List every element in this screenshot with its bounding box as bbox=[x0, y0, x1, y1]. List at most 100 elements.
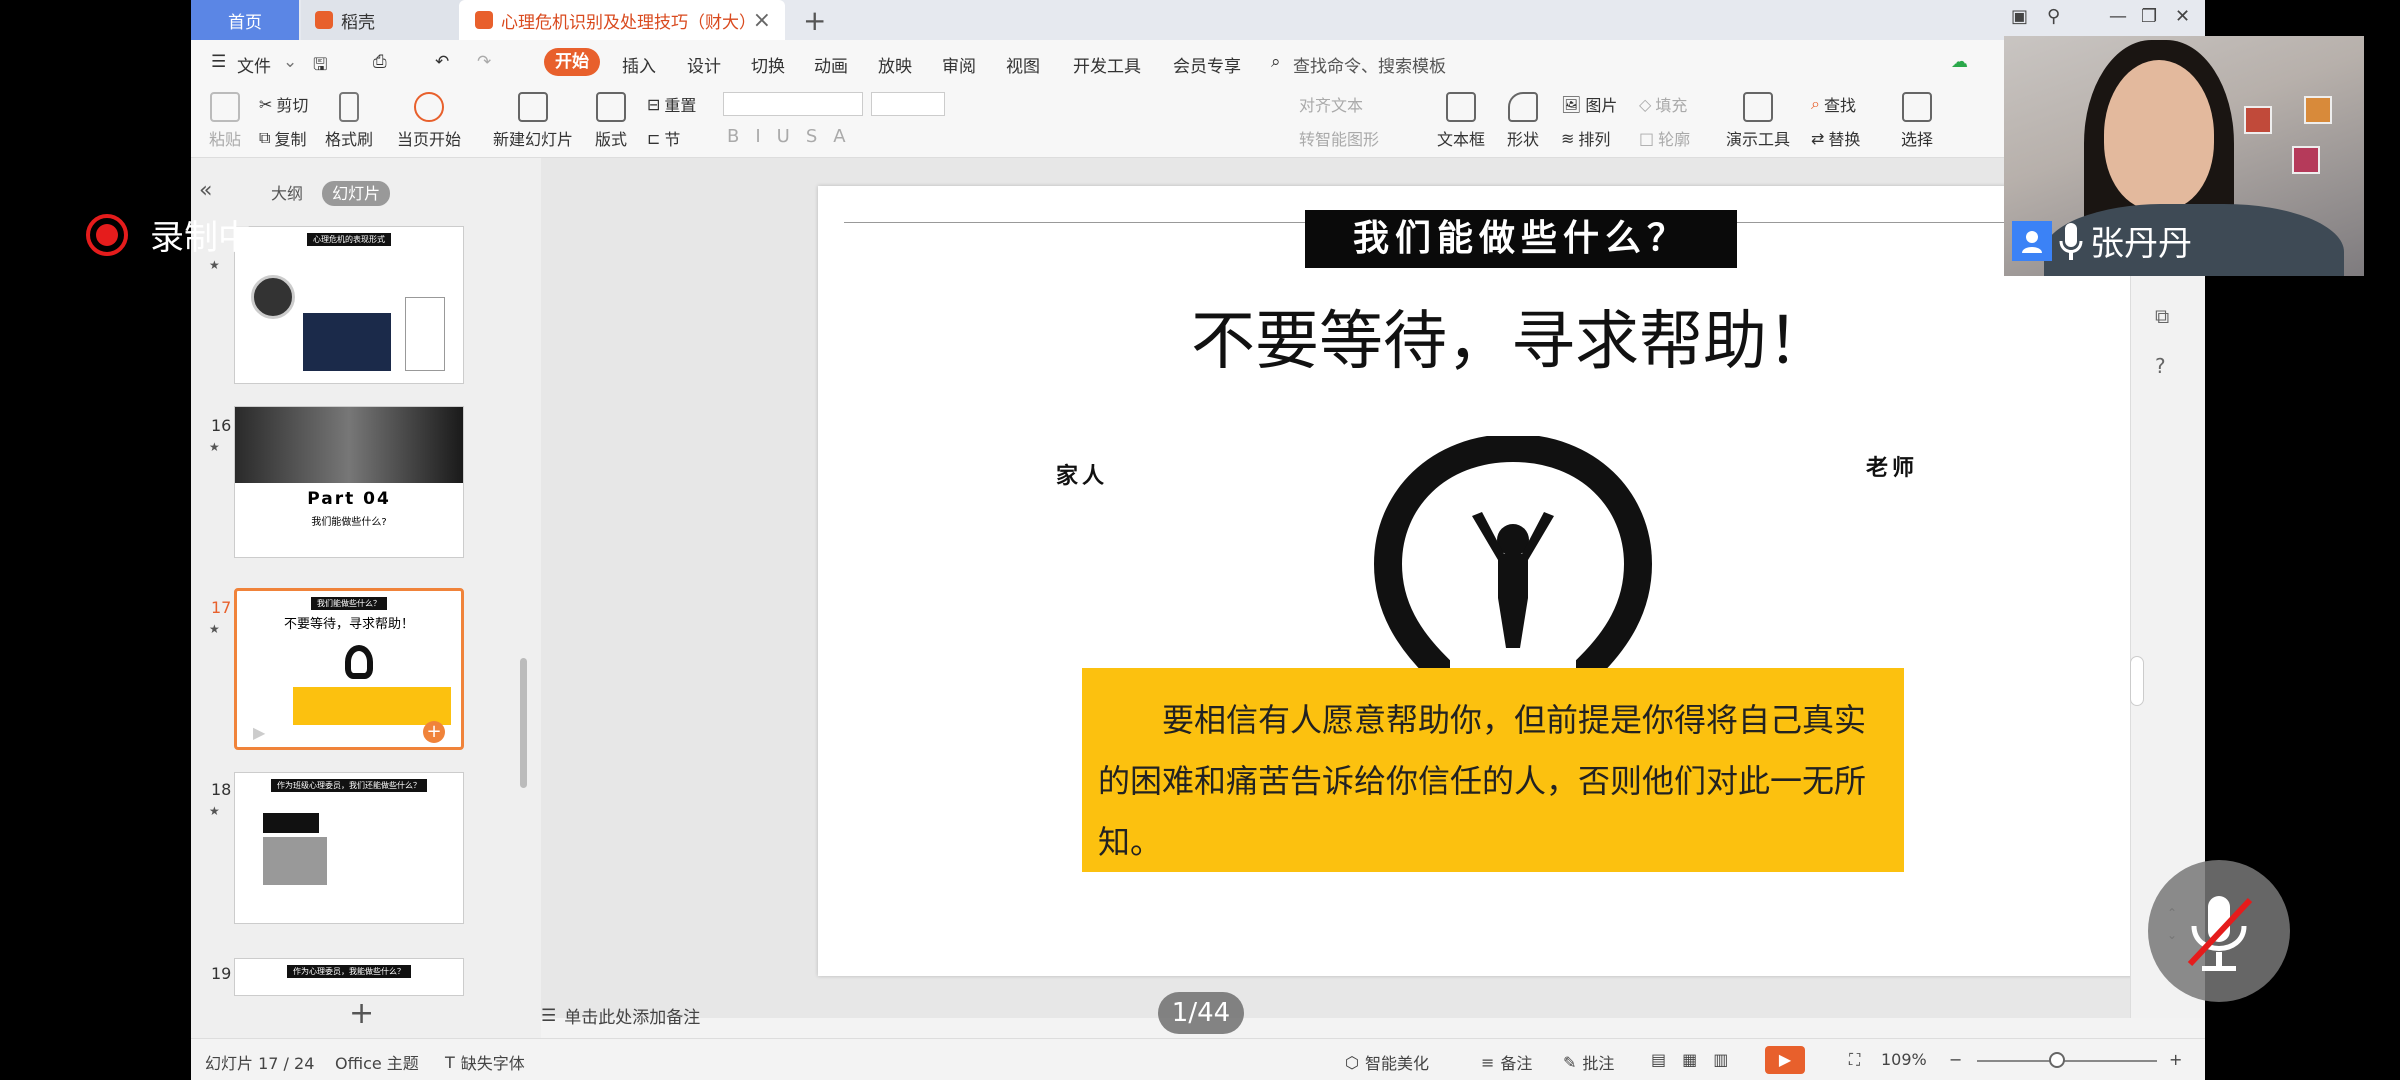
align-text-button[interactable]: 对齐文本 bbox=[1299, 92, 1363, 116]
slide-thumbnail[interactable]: Part 04 我们能做些什么? bbox=[234, 406, 464, 558]
slide-thumbnail[interactable]: 作为班级心理委员，我们还能做些什么？ bbox=[234, 772, 464, 924]
zoom-level[interactable]: 109% bbox=[1881, 1050, 1927, 1069]
font-size-select[interactable] bbox=[871, 92, 945, 116]
slideshow-button[interactable]: ▶ bbox=[1765, 1046, 1805, 1074]
menu-review[interactable]: 审阅 bbox=[942, 52, 976, 77]
play-thumb-icon[interactable]: ▶ bbox=[253, 723, 265, 742]
reset-button[interactable]: ⊟ 重置 bbox=[647, 92, 696, 116]
arrange-button[interactable]: ≋ 排列 bbox=[1561, 126, 1610, 150]
menu-animation[interactable]: 动画 bbox=[814, 52, 848, 77]
copy-button[interactable]: ⧉ 复制 bbox=[259, 126, 306, 150]
select-button[interactable]: 选择 bbox=[1901, 92, 1933, 150]
save-icon[interactable]: 🖫 bbox=[313, 52, 327, 81]
reading-view-icon[interactable]: ▥ bbox=[1713, 1050, 1728, 1069]
menu-insert[interactable]: 插入 bbox=[622, 52, 656, 77]
add-slide-button[interactable]: + bbox=[349, 996, 374, 1031]
panel-scrollbar[interactable] bbox=[520, 658, 527, 788]
slide-thumbnail-selected[interactable]: 我们能做些什么？ 不要等待，寻求帮助！ + ▶ bbox=[234, 588, 464, 750]
notes-toggle[interactable]: ≡ 备注 bbox=[1481, 1050, 1532, 1074]
thumb-image bbox=[235, 407, 463, 483]
zoom-in-icon[interactable]: + bbox=[2169, 1050, 2182, 1069]
pin-icon[interactable]: ⚲ bbox=[2047, 6, 2060, 27]
replace-button[interactable]: ⇄ 替换 bbox=[1811, 126, 1860, 150]
menu-slideshow[interactable]: 放映 bbox=[878, 52, 912, 77]
tab-slides[interactable]: 幻灯片 bbox=[322, 181, 391, 206]
comments-toggle[interactable]: ✎ 批注 bbox=[1563, 1050, 1614, 1074]
smart-shape-button[interactable]: 转智能图形 bbox=[1299, 126, 1379, 150]
zoom-slider[interactable] bbox=[1977, 1060, 2157, 1062]
find-button[interactable]: ⌕ 查找 bbox=[1811, 92, 1856, 116]
italic-icon[interactable]: I bbox=[755, 126, 760, 147]
cut-button[interactable]: ✂ 剪切 bbox=[259, 92, 308, 116]
shape-button[interactable]: 形状 bbox=[1507, 92, 1539, 150]
menu-member[interactable]: 会员专享 bbox=[1173, 52, 1241, 77]
strikethrough-icon[interactable]: S bbox=[806, 126, 817, 147]
picture-button[interactable]: 🖼 图片 bbox=[1561, 92, 1617, 116]
present-tools-button[interactable]: 演示工具 bbox=[1726, 92, 1790, 150]
minimize-icon[interactable]: — bbox=[2109, 6, 2127, 27]
zoom-out-icon[interactable]: − bbox=[1949, 1050, 1962, 1069]
tab-document[interactable]: 心理危机识别及处理技巧（财大） × bbox=[459, 0, 785, 40]
comment-panel-icon[interactable]: ⧉ bbox=[2155, 304, 2169, 328]
mute-microphone-button[interactable] bbox=[2148, 860, 2290, 1002]
normal-view-icon[interactable]: ▤ bbox=[1651, 1050, 1666, 1069]
redo-icon[interactable]: ↷ bbox=[477, 52, 491, 72]
underline-icon[interactable]: U bbox=[777, 126, 790, 147]
missing-fonts[interactable]: T 缺失字体 bbox=[445, 1050, 525, 1074]
menu-design[interactable]: 设计 bbox=[687, 52, 721, 77]
paste-button[interactable]: 粘贴 bbox=[209, 92, 241, 150]
outline-button[interactable]: □ 轮廓 bbox=[1639, 126, 1690, 150]
search-icon[interactable]: ⌕ bbox=[1271, 52, 1281, 72]
layout-icon bbox=[596, 92, 626, 122]
theme-name[interactable]: Office 主题 bbox=[335, 1050, 419, 1074]
hamburger-icon[interactable]: ☰ bbox=[211, 52, 226, 72]
align-text-label: 对齐文本 bbox=[1299, 96, 1364, 115]
add-slide-plus-icon[interactable]: + bbox=[423, 721, 445, 743]
print-icon[interactable]: ⎙ bbox=[373, 52, 387, 72]
help-icon[interactable]: ? bbox=[2155, 354, 2166, 378]
format-painter-button[interactable]: 格式刷 bbox=[325, 92, 373, 150]
slide-thumbnail[interactable]: 作为心理委员，我能做些什么？ bbox=[234, 958, 464, 996]
menu-start[interactable]: 开始 bbox=[544, 48, 600, 76]
menu-transition[interactable]: 切换 bbox=[751, 52, 785, 77]
zoom-slider-handle[interactable] bbox=[2049, 1052, 2065, 1068]
close-tab-icon[interactable]: × bbox=[753, 8, 771, 33]
tab-count-icon[interactable]: ▣ bbox=[2011, 6, 2028, 27]
chevron-down-icon[interactable]: ⌄ bbox=[283, 52, 297, 72]
bold-icon[interactable]: B bbox=[727, 126, 739, 147]
current-slide[interactable]: 我们能做些什么？ 不要等待，寻求帮助！ 家人 老师 要相信有人愿意帮助你，但前提… bbox=[818, 186, 2204, 976]
command-search[interactable]: 查找命令、搜索模板 bbox=[1293, 52, 1446, 77]
menu-file[interactable]: 文件 bbox=[237, 52, 271, 77]
tab-home[interactable]: 首页 bbox=[191, 0, 299, 40]
play-from-current-button[interactable]: 当页开始 bbox=[397, 92, 461, 150]
menu-view[interactable]: 视图 bbox=[1006, 52, 1040, 77]
presenter-video[interactable]: 张丹丹 bbox=[2004, 36, 2364, 276]
notes-placeholder[interactable]: ☰ 单击此处添加备注 bbox=[541, 1003, 700, 1029]
section-button[interactable]: ⊏ 节 bbox=[647, 126, 680, 150]
smart-beautify-button[interactable]: ⬡ 智能美化 bbox=[1345, 1050, 1429, 1074]
restore-icon[interactable]: ❐ bbox=[2141, 6, 2157, 27]
paste-label: 粘贴 bbox=[209, 130, 242, 149]
collapse-panel-icon[interactable]: « bbox=[199, 178, 212, 203]
textbox-button[interactable]: 文本框 bbox=[1437, 92, 1485, 150]
font-family-select[interactable] bbox=[723, 92, 863, 116]
shape-icon bbox=[1508, 92, 1538, 122]
cloud-sync-icon[interactable]: ☁ bbox=[1951, 52, 1968, 72]
layout-button[interactable]: 版式 bbox=[595, 92, 627, 150]
recording-indicator[interactable]: 录制中 bbox=[86, 210, 252, 259]
menu-developer[interactable]: 开发工具 bbox=[1073, 52, 1141, 77]
fit-window-icon[interactable]: ⛶ bbox=[1849, 1050, 1860, 1070]
font-color-icon[interactable]: A bbox=[833, 126, 845, 147]
slide-thumbnail[interactable]: 心理危机的表现形式 bbox=[234, 226, 464, 384]
brush-icon bbox=[339, 92, 359, 122]
new-tab-button[interactable]: + bbox=[803, 4, 826, 37]
canvas-scrollbar[interactable] bbox=[2130, 656, 2144, 706]
thumb-image bbox=[345, 645, 373, 679]
new-slide-button[interactable]: 新建幻灯片 bbox=[493, 92, 573, 150]
fill-button[interactable]: ◇ 填充 bbox=[1639, 92, 1687, 116]
shape-label: 形状 bbox=[1507, 130, 1540, 149]
sorter-view-icon[interactable]: ▦ bbox=[1682, 1050, 1697, 1069]
undo-icon[interactable]: ↶ bbox=[435, 52, 449, 72]
tab-outline[interactable]: 大纲 bbox=[271, 184, 303, 203]
close-window-icon[interactable]: ✕ bbox=[2175, 6, 2190, 27]
